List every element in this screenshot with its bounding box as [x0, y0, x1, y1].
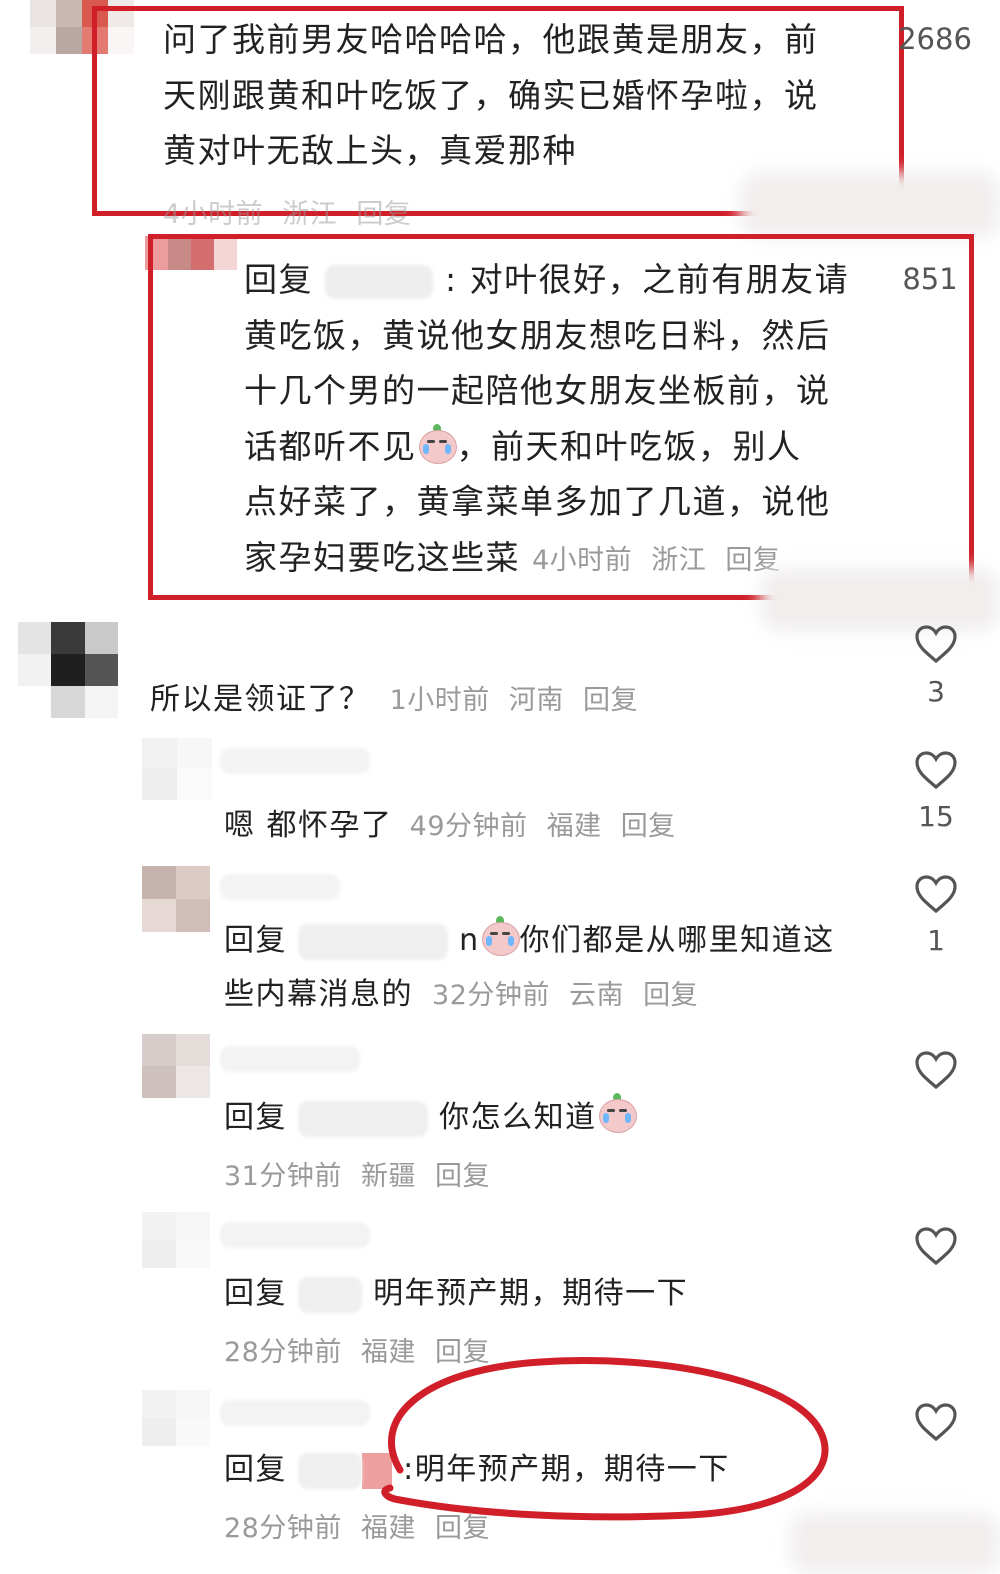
reply-link[interactable]: 回复 — [356, 199, 411, 230]
reply-link[interactable]: 回复 — [583, 685, 638, 716]
avatar[interactable] — [142, 866, 210, 932]
watermark-smudge — [740, 172, 1000, 238]
comment-text: 问了我前男友哈哈哈哈，他跟黄是朋友，前 天刚跟黄和叶吃饭了，确实已婚怀孕啦，说 … — [163, 20, 819, 170]
comment-text: 回复 : 对叶很好，之前有朋友请 黄吃饭，黄说他女朋友想吃日料，然后 十几个男的… — [244, 260, 850, 577]
comment-time: 4小时前 — [532, 544, 633, 576]
like-count: 851 — [902, 262, 958, 296]
reply-prefix: 回复 — [224, 923, 287, 958]
comment-location: 浙江 — [282, 199, 338, 230]
comment-meta: 31分钟前 新疆 回复 — [224, 1154, 500, 1193]
redacted-username — [220, 1222, 370, 1248]
redacted-username — [298, 1276, 363, 1313]
comment-text: 回复 n 你们都是从哪里知道这 些内幕消息的 32分钟前 云南 回复 — [224, 914, 835, 1023]
like-heart-icon[interactable] — [914, 1050, 958, 1090]
comment-text: 嗯 都怀孕了 — [224, 808, 393, 843]
comment-location: 浙江 — [651, 544, 707, 576]
reply-link[interactable]: 回复 — [435, 1161, 490, 1192]
comment-text: 回复 明年预产期，期待一下 — [224, 1276, 689, 1313]
reply-link[interactable]: 回复 — [643, 980, 698, 1011]
comment-time: 4小时前 — [163, 199, 264, 230]
like-heart-icon[interactable] — [914, 624, 958, 664]
avatar[interactable] — [142, 1034, 210, 1098]
like-count: 3 — [927, 675, 945, 708]
like-heart-icon[interactable] — [914, 1402, 958, 1442]
comment-row: 所以是领证了？ 1小时前 河南 回复 — [150, 672, 648, 728]
comment-time: 31分钟前 — [224, 1161, 342, 1192]
comment-row: 嗯 都怀孕了 49分钟前 福建 回复 — [224, 798, 686, 854]
watermark-smudge — [790, 1512, 1000, 1574]
avatar[interactable] — [142, 1390, 210, 1446]
like-heart-icon[interactable] — [914, 750, 958, 790]
watermark-smudge — [760, 568, 1000, 632]
redacted-username — [220, 748, 370, 774]
comment-time: 28分钟前 — [224, 1513, 342, 1544]
like-count: 1 — [927, 924, 945, 957]
comment-text: 回复 你怎么知道 — [224, 1090, 637, 1146]
comment-location: 新疆 — [360, 1161, 416, 1192]
reply-prefix: 回复 — [244, 260, 313, 299]
redacted-username — [298, 923, 449, 960]
like-heart-icon[interactable] — [914, 874, 958, 914]
highlight-circle — [381, 1357, 829, 1521]
redacted-username — [298, 1452, 363, 1489]
reply-separator: : — [445, 260, 458, 299]
comment-text: 所以是领证了？ — [150, 682, 371, 717]
comment-location: 河南 — [508, 685, 564, 716]
comment-time: 28分钟前 — [224, 1337, 342, 1368]
redacted-username — [220, 874, 340, 900]
avatar[interactable] — [142, 738, 212, 800]
reply-prefix: 回复 — [224, 1100, 287, 1135]
reply-prefix: 回复 — [224, 1276, 287, 1311]
reply-prefix: 回复 — [224, 1452, 287, 1487]
crying-laugh-emoji-icon — [480, 916, 520, 956]
avatar[interactable] — [18, 622, 118, 718]
comment-location: 福建 — [546, 811, 602, 842]
crying-laugh-emoji-icon — [417, 423, 457, 464]
like-count: 2686 — [898, 22, 972, 56]
comment-meta: 4小时前 浙江 回复 — [163, 192, 421, 231]
redacted-username — [220, 1400, 370, 1426]
redacted-username — [298, 1100, 429, 1137]
redacted-username — [220, 1046, 360, 1072]
like-heart-icon[interactable] — [914, 1226, 958, 1266]
reply-link[interactable]: 回复 — [621, 811, 676, 842]
avatar[interactable] — [142, 1212, 210, 1268]
comment-time: 1小时前 — [389, 685, 490, 716]
comment-time: 49分钟前 — [409, 811, 528, 842]
comment-location: 云南 — [569, 980, 624, 1011]
crying-laugh-emoji-icon — [597, 1093, 637, 1133]
like-count: 15 — [918, 800, 954, 833]
comment-time: 32分钟前 — [432, 980, 550, 1011]
redacted-username — [325, 264, 433, 299]
